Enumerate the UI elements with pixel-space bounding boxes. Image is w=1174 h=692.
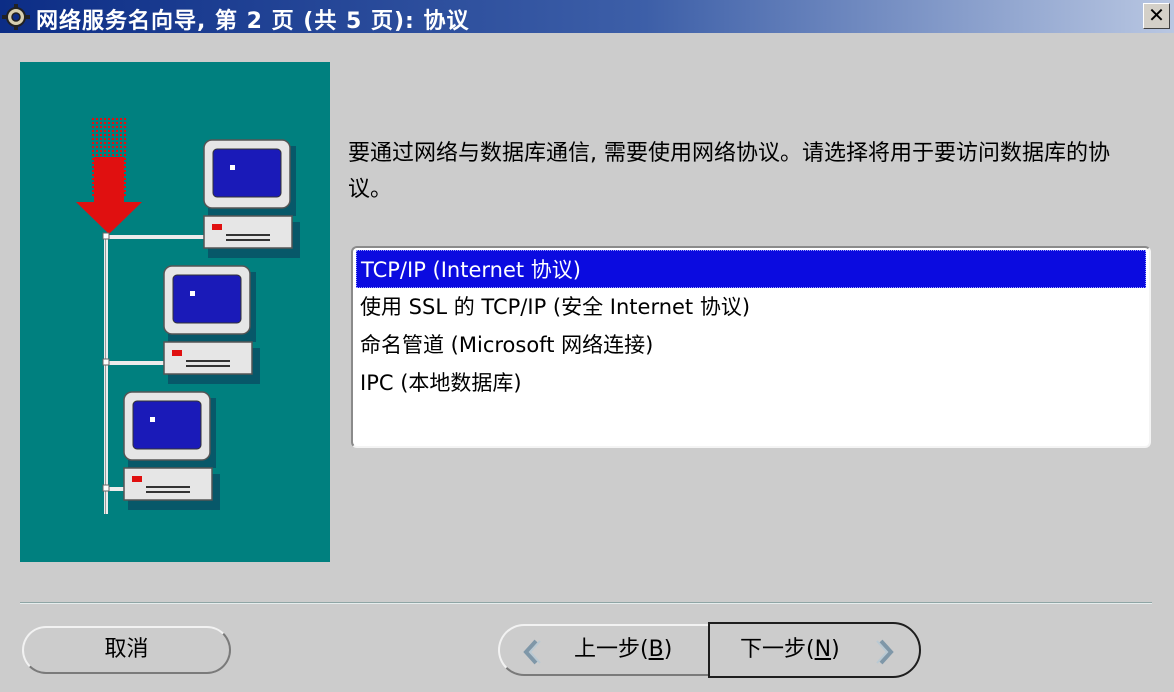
protocol-item-tcpip[interactable]: TCP/IP (Internet 协议) <box>356 250 1146 288</box>
cancel-button[interactable]: 取消 <box>22 626 231 674</box>
close-button[interactable]: ✕ <box>1143 3 1170 29</box>
protocol-item-ipc[interactable]: IPC (本地数据库) <box>356 364 1146 402</box>
protocol-item-tcpip-ssl[interactable]: 使用 SSL 的 TCP/IP (安全 Internet 协议) <box>356 288 1146 326</box>
footer-divider <box>20 602 1152 604</box>
gear-wizard-icon <box>2 4 30 30</box>
cancel-button-label: 取消 <box>104 637 149 662</box>
next-button[interactable]: 下一步(N) <box>708 622 921 678</box>
next-button-label: 下一步(N) <box>740 637 840 662</box>
computer-icon <box>203 139 300 258</box>
chevron-right-icon <box>876 639 894 665</box>
protocol-description: 要通过网络与数据库通信, 需要使用网络协议。请选择将用于要访问数据库的协议。 <box>348 141 1110 202</box>
computer-icon <box>123 391 220 510</box>
wizard-illustration <box>20 62 330 562</box>
protocol-item-named-pipes[interactable]: 命名管道 (Microsoft 网络连接) <box>356 326 1146 364</box>
chevron-left-icon <box>523 639 541 665</box>
back-button[interactable]: 上一步(B) <box>498 624 710 676</box>
network-diagram <box>76 118 300 514</box>
back-button-label: 上一步(B) <box>574 637 673 662</box>
window-title: 网络服务名向导, 第 2 页 (共 5 页): 协议 <box>36 9 470 34</box>
arrow-down-icon <box>76 118 142 234</box>
protocol-list[interactable]: TCP/IP (Internet 协议) 使用 SSL 的 TCP/IP (安全… <box>351 246 1151 448</box>
close-icon: ✕ <box>1148 3 1165 27</box>
computer-icon <box>163 265 260 384</box>
title-bar: 网络服务名向导, 第 2 页 (共 5 页): 协议 ✕ <box>0 0 1174 34</box>
